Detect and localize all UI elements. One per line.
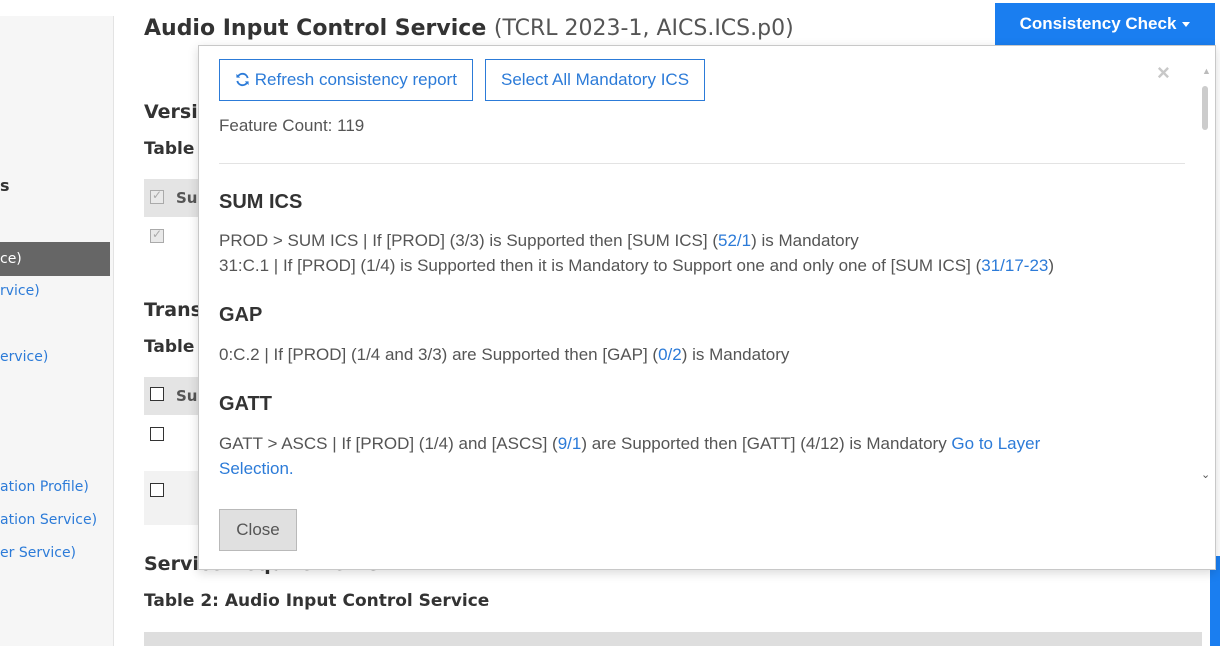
refresh-icon	[236, 72, 249, 87]
rule-text: 0:C.2 | If [PROD] (1/4 and 3/3) are Supp…	[219, 345, 659, 364]
scroll-up-icon[interactable]: ▲	[1202, 66, 1211, 76]
feature-count: Feature Count: 119	[219, 116, 365, 135]
section-heading: Trans	[144, 299, 202, 321]
checkbox[interactable]	[150, 483, 164, 497]
table-cell	[144, 471, 204, 525]
close-icon[interactable]: ×	[1157, 60, 1170, 86]
table-header	[144, 632, 1202, 646]
section-heading-sum-ics: SUM ICS	[219, 191, 303, 213]
sidebar-heading: s	[0, 176, 10, 195]
table-caption: Table	[144, 139, 195, 159]
go-to-layer-link[interactable]: Selection.	[219, 459, 294, 478]
rule-link[interactable]: 52/1	[718, 231, 751, 250]
modal-scrollbar[interactable]: ▲ ⌄	[1199, 66, 1213, 484]
close-label: Close	[236, 520, 280, 539]
rule-line: GATT > ASCS | If [PROD] (1/4) and [ASCS]…	[219, 431, 1040, 456]
rule-link[interactable]: 9/1	[558, 434, 582, 453]
checkbox[interactable]	[150, 188, 164, 204]
rule-text: )	[1048, 256, 1055, 275]
sidebar-item[interactable]: rvice)	[0, 283, 40, 299]
consistency-modal: Refresh consistency report Select All Ma…	[198, 45, 1216, 570]
page-title-subtitle: (TCRL 2023-1, AICS.ICS.p0)	[493, 16, 794, 41]
rule-text: 31:C.1 | If [PROD] (1/4) is Supported th…	[219, 256, 982, 275]
section-heading-gatt: GATT	[219, 393, 272, 415]
rule-line: PROD > SUM ICS | If [PROD] (3/3) is Supp…	[219, 228, 859, 253]
divider	[219, 163, 1185, 164]
sidebar-item-active[interactable]: ce)	[0, 242, 110, 276]
rule-line: Selection.	[219, 456, 294, 481]
consistency-check-button[interactable]: Consistency Check	[995, 3, 1215, 45]
checkbox[interactable]	[150, 227, 164, 243]
modal-body: Refresh consistency report Select All Ma…	[199, 46, 1199, 484]
rule-text: GATT > ASCS | If [PROD] (1/4) and [ASCS]…	[219, 434, 558, 453]
rule-text: ) are Supported then [GATT] (4/12) is Ma…	[581, 434, 952, 453]
rule-line: 0:C.2 | If [PROD] (1/4 and 3/3) are Supp…	[219, 342, 789, 367]
select-all-mandatory-label: Select All Mandatory ICS	[501, 70, 690, 89]
sidebar-item[interactable]: ation Service)	[0, 512, 97, 528]
checkbox[interactable]	[150, 387, 164, 401]
checkbox[interactable]	[150, 427, 164, 441]
chevron-down-icon[interactable]: ⌄	[1201, 468, 1210, 481]
scroll-thumb[interactable]	[1202, 86, 1208, 130]
section-heading: Versi	[144, 101, 198, 123]
table-caption: Table 2: Audio Input Control Service	[144, 591, 490, 611]
rule-link[interactable]: 0/2	[658, 345, 682, 364]
rule-link[interactable]: 31/17-23	[981, 256, 1048, 275]
rule-text: ) is Mandatory	[681, 345, 790, 364]
rule-line: 31:C.1 | If [PROD] (1/4) is Supported th…	[219, 253, 1054, 278]
sidebar-item[interactable]: ation Profile)	[0, 479, 89, 495]
consistency-check-label: Consistency Check	[1019, 14, 1177, 33]
go-to-layer-link[interactable]: Go to Layer	[951, 434, 1040, 453]
section-heading-gap: GAP	[219, 304, 263, 326]
caret-down-icon	[1182, 22, 1191, 28]
refresh-report-button[interactable]: Refresh consistency report	[219, 59, 473, 101]
page-title: Audio Input Control Service (TCRL 2023-1…	[144, 16, 794, 41]
sidebar-item[interactable]: ervice)	[0, 349, 48, 365]
page-title-main: Audio Input Control Service	[144, 16, 487, 41]
refresh-report-label: Refresh consistency report	[254, 70, 457, 89]
sidebar-item[interactable]: er Service)	[0, 545, 76, 561]
rule-text: ) is Mandatory	[751, 231, 859, 250]
close-button[interactable]: Close	[219, 509, 297, 551]
rule-text: PROD > SUM ICS | If [PROD] (3/3) is Supp…	[219, 231, 718, 250]
table-caption: Table	[144, 337, 195, 357]
select-all-mandatory-button[interactable]: Select All Mandatory ICS	[485, 59, 706, 101]
